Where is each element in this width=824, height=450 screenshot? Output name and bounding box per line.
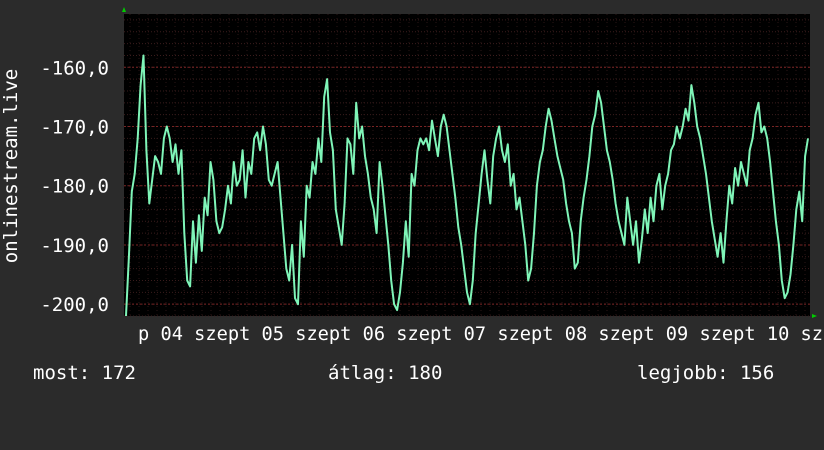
y-axis-label: onlinestream.live — [0, 69, 22, 263]
y-axis-arrow-icon — [122, 7, 126, 12]
y-tick-label: -190,0 — [40, 235, 109, 257]
stat-current: most: 172 — [33, 362, 136, 384]
y-tick-labels: -160,0 -170,0 -180,0 -190,0 -200,0 — [40, 57, 109, 316]
y-tick-label: -200,0 — [40, 294, 109, 316]
stat-best: legjobb: 156 — [637, 362, 775, 384]
y-tick-label: -160,0 — [40, 57, 109, 79]
x-tick-labels: p 04 szept 05 szept 06 szept 07 szept 08… — [138, 323, 823, 345]
plot-area — [124, 14, 810, 316]
stats-bar: most: 172 átlag: 180 legjobb: 156 — [0, 362, 824, 390]
x-axis-arrow-icon — [812, 314, 817, 318]
x-tick-labels-text: p 04 szept 05 szept 06 szept 07 szept 08… — [138, 323, 823, 345]
chart: -160,0 -170,0 -180,0 -190,0 -200,0 p 04 szep… — [0, 7, 823, 345]
y-tick-label: -180,0 — [40, 176, 109, 198]
y-tick-label: -170,0 — [40, 117, 109, 139]
stat-average: átlag: 180 — [328, 362, 443, 384]
